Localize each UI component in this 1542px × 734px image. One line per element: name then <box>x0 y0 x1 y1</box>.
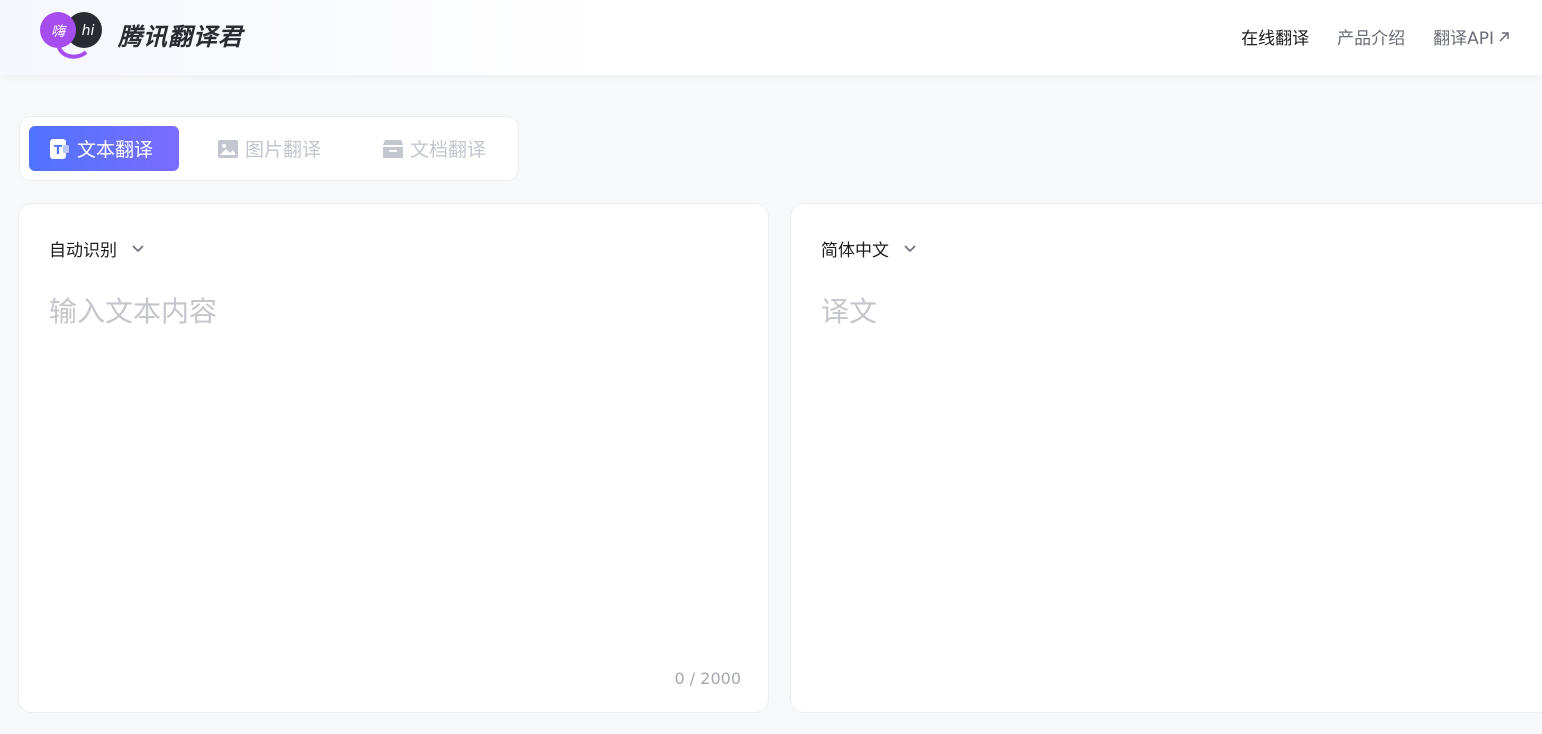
tab-text-translate-label: 文本翻译 <box>77 139 154 161</box>
text-translate-icon: T <box>50 138 69 159</box>
logo-text-b: hi <box>82 23 95 39</box>
nav-translate-api[interactable]: 翻译API <box>1433 24 1510 49</box>
nav-product-intro-label: 产品介绍 <box>1337 29 1406 49</box>
nav-online-translate-label: 在线翻译 <box>1241 29 1310 49</box>
tab-image-translate[interactable]: 图片翻译 <box>195 126 343 171</box>
top-header: 嗨 hi 腾讯翻译君 在线翻译 产品介绍 翻译API <box>0 0 1542 75</box>
char-counter: 0 / 2000 <box>674 669 741 688</box>
logo-icon[interactable]: 嗨 hi <box>38 10 104 60</box>
svg-text:T: T <box>54 143 63 157</box>
top-nav: 在线翻译 产品介绍 翻译API <box>1241 24 1510 49</box>
nav-translate-api-label: 翻译API <box>1433 29 1494 49</box>
logo-text-a: 嗨 <box>51 24 67 40</box>
target-language-select[interactable]: 简体中文 <box>821 236 917 261</box>
tab-text-translate[interactable]: T 文本翻译 <box>29 126 179 171</box>
document-icon <box>383 139 403 158</box>
source-language-select[interactable]: 自动识别 <box>49 236 145 261</box>
target-panel: 简体中文 译文 <box>790 203 1542 713</box>
nav-online-translate[interactable]: 在线翻译 <box>1241 24 1309 49</box>
translation-output: 译文 <box>821 295 878 328</box>
chevron-down-icon <box>132 244 144 252</box>
chevron-down-icon <box>904 244 916 252</box>
brand-name: 腾讯翻译君 <box>118 23 243 51</box>
source-panel: 自动识别 输入文本内容 0 / 2000 <box>18 203 769 713</box>
external-link-icon <box>1499 31 1509 42</box>
nav-product-intro[interactable]: 产品介绍 <box>1337 24 1405 49</box>
source-text-input[interactable]: 输入文本内容 <box>49 290 217 330</box>
target-language-label: 简体中文 <box>821 241 889 261</box>
image-icon <box>218 139 238 158</box>
translate-mode-tabs: T 文本翻译 图片翻译 文档翻译 <box>19 116 519 181</box>
tab-document-translate[interactable]: 文档翻译 <box>360 126 508 171</box>
tab-document-translate-label: 文档翻译 <box>410 139 487 161</box>
source-language-label: 自动识别 <box>49 241 117 261</box>
tab-image-translate-label: 图片翻译 <box>245 139 322 161</box>
